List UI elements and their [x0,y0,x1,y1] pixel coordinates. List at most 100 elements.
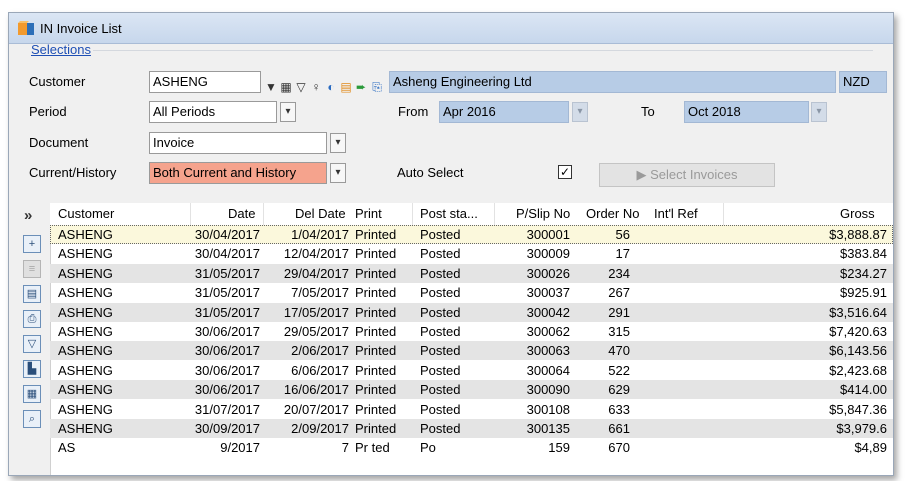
cell-pslip: 300062 [526,324,570,339]
cell-customer: ASHENG [58,265,113,281]
cell-print: Printed [355,265,397,281]
note-icon[interactable]: ▤ [339,80,353,94]
filter-icon[interactable]: ▽ [294,80,308,94]
cell-post: Po [420,440,436,456]
cell-date: 30/06/2017 [194,362,260,378]
cell-order: 661 [608,421,630,436]
cell-order: 633 [608,401,630,417]
period-dropdown-button[interactable]: ▾ [280,102,296,122]
cell-order: 629 [608,382,630,398]
new-document-icon[interactable]: ▤ [23,285,41,303]
current-history-dropdown-button[interactable]: ▾ [330,163,346,183]
cell-order: 670 [608,440,630,456]
cell-customer: ASHENG [58,382,113,398]
arrow-green-icon[interactable]: ➨ [354,80,368,94]
cell-del-date: 1/04/2017 [291,227,349,242]
table-row[interactable]: ASHENG 30/04/2017 1/04/2017 Printed Posted 30… [50,225,893,244]
cell-customer: ASHENG [58,227,113,242]
auto-select-label: Auto Select [397,165,464,180]
cell-pslip: 300063 [526,343,570,359]
cell-print: Pr ted [355,440,390,456]
print-icon[interactable]: ⎙ [23,310,41,328]
to-period-field[interactable]: Oct 2018 [684,101,809,123]
cell-order: 234 [608,265,630,281]
cell-print: Printed [355,304,397,320]
col-divider [494,203,495,225]
col-gross[interactable]: Gross [840,206,875,221]
from-period-field[interactable]: Apr 2016 [439,101,569,123]
add-invoice-icon[interactable]: + [23,235,41,253]
col-customer[interactable]: Customer [58,206,114,221]
currency-field: NZD [839,71,887,93]
period-select[interactable]: All Periods [149,101,277,123]
col-intl-ref[interactable]: Int'l Ref [654,206,698,221]
edit-invoice-icon[interactable]: ≡ [23,260,41,278]
col-del-date[interactable]: Del Date [295,206,346,221]
period-label: Period [29,104,67,119]
cell-pslip: 159 [548,440,570,456]
table-row[interactable]: ASHENG 31/07/2017 20/07/2017 Printed Posted 3… [50,400,893,419]
cell-gross: $925.91 [840,285,887,301]
cell-gross: $4,89 [854,440,887,456]
invoice-list-window: IN Invoice List Selections Customer ASHE… [8,12,894,476]
cell-customer: ASHENG [58,362,113,378]
cell-customer: ASHENG [58,304,113,320]
cell-del-date: 7 [341,440,349,456]
table-row[interactable]: ASHENG 30/06/2017 6/06/2017 Printed Posted 30… [50,361,893,380]
table-row[interactable]: ASHENG 30/04/2017 12/04/2017 Printed Posted 3… [50,244,893,263]
col-pslip-no[interactable]: P/Slip No [516,206,570,221]
cell-pslip: 300135 [526,421,570,436]
table-row[interactable]: ASHENG 31/05/2017 29/04/2017 Printed Posted 3… [50,263,893,283]
dropdown-arrow-icon[interactable]: ▼ [264,80,278,94]
table-row[interactable]: ASHENG 30/06/2017 2/06/2017 Printed Posted 30… [50,341,893,361]
cell-customer: AS [58,440,76,456]
cell-pslip: 300009 [526,246,570,262]
document-dropdown-button[interactable]: ▾ [330,133,346,153]
customer-code-field[interactable]: ASHENG [149,71,261,93]
filter-funnel-icon[interactable]: ▽ [23,335,41,353]
current-history-select[interactable]: Both Current and History [149,162,327,184]
cell-customer: ASHENG [58,401,113,417]
cell-customer: ASHENG [58,246,113,262]
bulb-icon[interactable]: ♀ [309,80,323,94]
col-post-status[interactable]: Post sta... [420,206,478,221]
document-select[interactable]: Invoice [149,132,327,154]
col-order-no[interactable]: Order No [586,206,639,221]
col-date[interactable]: Date [228,206,255,221]
chart-icon[interactable]: ▙ [23,360,41,378]
from-dropdown-button[interactable]: ▾ [572,102,588,122]
table-row[interactable]: ASHENG 31/05/2017 7/05/2017 Printed Posted 30… [50,283,893,302]
export-icon[interactable]: ▦ [23,385,41,403]
window-title: IN Invoice List [40,21,122,36]
auto-select-checkbox[interactable]: ✓ [558,165,572,179]
document-label: Document [29,135,89,150]
cell-order: 17 [615,246,630,262]
cell-post: Posted [420,265,461,281]
expand-icon[interactable]: » [24,207,32,224]
cell-del-date: 6/06/2017 [291,362,349,378]
from-label: From [398,104,429,119]
grid-search-icon[interactable]: ▦ [279,80,293,94]
cell-gross: $6,143.56 [829,343,887,359]
table-row[interactable]: ASHENG 30/06/2017 29/05/2017 Printed Posted 3… [50,322,893,341]
cell-date: 31/07/2017 [194,401,260,417]
table-row[interactable]: ASHENG 31/05/2017 17/05/2017 Printed Posted 3… [50,302,893,322]
cell-date: 30/09/2017 [194,421,260,436]
cell-pslip: 300090 [526,382,570,398]
cell-del-date: 17/05/2017 [283,304,349,320]
table-row[interactable]: ASHENG 30/06/2017 16/06/2017 Printed Posted 3… [50,380,893,400]
table-row[interactable]: ASHENG 30/09/2017 2/09/2017 Printed Posted 30… [50,419,893,438]
col-print[interactable]: Print [355,206,382,221]
table-row[interactable]: AS 9/2017 7 Pr ted Po 159 670 $4,89 [50,438,893,457]
current-history-label: Current/History [29,165,117,180]
lookup-icon[interactable]: ◐ [324,80,338,94]
cell-date: 30/04/2017 [194,227,260,242]
binoculars-icon[interactable]: ⌕ [23,410,41,428]
cell-del-date: 7/05/2017 [291,285,349,301]
play-icon: ▶ [636,167,647,182]
cell-date: 30/06/2017 [194,324,260,339]
select-invoices-button[interactable]: ▶ Select Invoices [599,163,775,187]
to-dropdown-button[interactable]: ▾ [811,102,827,122]
select-invoices-label: Select Invoices [650,167,738,182]
document-search-icon[interactable]: ⎘ [370,80,384,94]
